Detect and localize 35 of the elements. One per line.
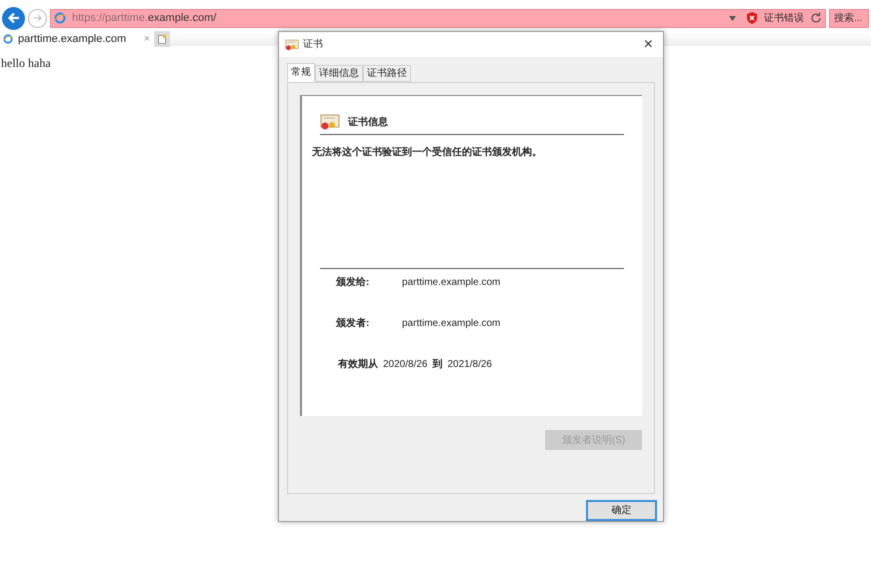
back-arrow-icon	[6, 11, 20, 25]
close-button[interactable]: ×	[640, 36, 657, 52]
browser-logo-icon	[3, 34, 13, 44]
ok-button[interactable]: 确定	[586, 500, 657, 521]
validity-to: 2021/8/26	[448, 358, 492, 372]
tab-title: parttime.example.com	[18, 32, 128, 47]
info-heading: 证书信息	[348, 116, 388, 130]
new-page-icon	[158, 34, 166, 44]
certificate-error-text[interactable]: 证书错误	[764, 10, 804, 26]
new-tab-button[interactable]	[154, 31, 170, 47]
certificate-icon	[285, 38, 299, 50]
status-message: 无法将这个证书验证到一个受信任的证书颁发机构。	[312, 145, 543, 160]
refresh-icon[interactable]	[810, 12, 822, 24]
field-value: parttime.example.com	[402, 317, 500, 331]
field-label: 颁发给:	[335, 276, 370, 290]
address-text: https://parttime.example.com/	[72, 10, 218, 26]
back-button[interactable]	[2, 6, 25, 30]
browser-logo-icon	[54, 12, 66, 24]
search-field[interactable]: 搜索...	[829, 8, 869, 28]
field-label: 颁发者:	[335, 316, 370, 331]
validity-to-label: 到	[432, 358, 442, 372]
dropdown-icon[interactable]	[729, 16, 736, 20]
forward-arrow-icon	[32, 13, 42, 23]
dialog-tab[interactable]: 详细信息	[315, 65, 363, 82]
address-bar[interactable]: https://parttime.example.com/ 证书错误	[50, 8, 826, 28]
field-value: parttime.example.com	[402, 276, 500, 290]
page-text: hello haha	[1, 55, 51, 72]
validity-label: 有效期从	[338, 358, 378, 372]
browser-tab[interactable]: parttime.example.com ×	[0, 31, 154, 47]
error-shield-icon	[746, 12, 758, 24]
dialog-tab[interactable]: 证书路径	[363, 65, 411, 82]
dialog-tab[interactable]: 常规	[287, 63, 315, 82]
validity-from: 2020/8/26	[383, 358, 428, 372]
certificate-icon	[320, 114, 340, 130]
dialog-title: 证书	[303, 38, 324, 52]
